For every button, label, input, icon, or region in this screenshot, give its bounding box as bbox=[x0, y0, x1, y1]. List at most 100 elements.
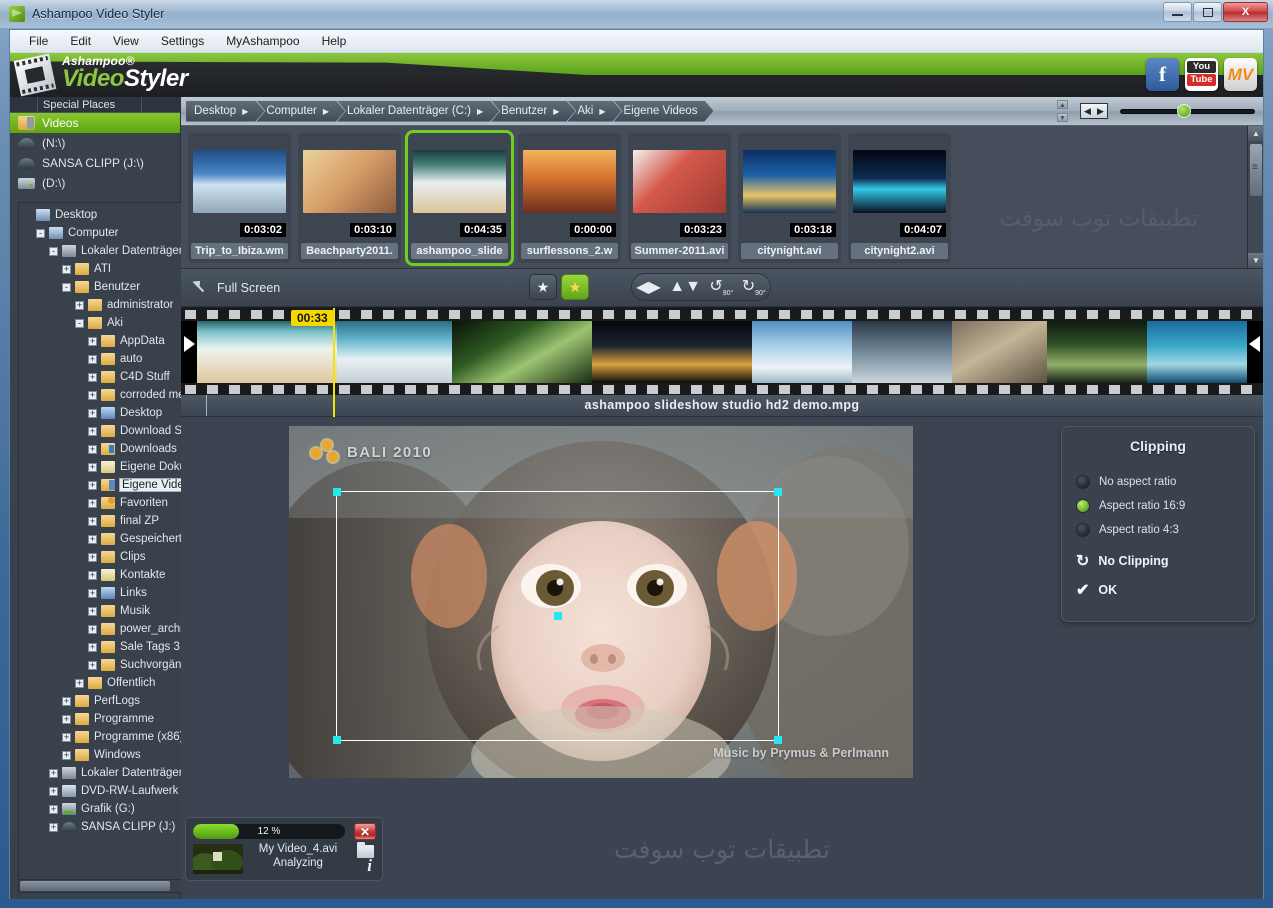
filmstrip-frame[interactable] bbox=[592, 321, 752, 383]
video-thumbnail[interactable]: 0:03:02Trip_to_Ibiza.wm bbox=[188, 133, 291, 263]
expand-icon[interactable]: + bbox=[49, 823, 58, 832]
star-fancy-button[interactable]: ★ bbox=[561, 274, 589, 300]
expand-icon[interactable]: + bbox=[88, 409, 97, 418]
filmstrip-frame[interactable] bbox=[1147, 321, 1247, 383]
radio-icon[interactable] bbox=[1076, 475, 1090, 489]
expand-icon[interactable]: + bbox=[88, 643, 97, 652]
prev-button[interactable]: ◀ bbox=[1081, 104, 1094, 118]
minimize-button[interactable] bbox=[1163, 2, 1192, 22]
thumbnail-scroll-thumb[interactable] bbox=[1250, 144, 1262, 196]
expand-icon[interactable]: + bbox=[62, 697, 71, 706]
menu-view[interactable]: View bbox=[102, 31, 150, 51]
video-thumbnail[interactable]: 0:04:35ashampoo_slide bbox=[408, 133, 511, 263]
expand-icon[interactable]: + bbox=[49, 769, 58, 778]
star-plain-button[interactable]: ★ bbox=[529, 274, 557, 300]
expand-icon[interactable]: + bbox=[88, 535, 97, 544]
video-thumbnail[interactable]: 0:03:10Beachparty2011. bbox=[298, 133, 401, 263]
expand-icon[interactable]: + bbox=[88, 391, 97, 400]
crop-handle-bottom-left[interactable] bbox=[333, 736, 341, 744]
expand-icon[interactable]: + bbox=[75, 679, 84, 688]
maximize-button[interactable] bbox=[1193, 2, 1222, 22]
thumbnail-scroll-down-button[interactable]: ▼ bbox=[1248, 253, 1263, 268]
expand-icon[interactable]: + bbox=[88, 499, 97, 508]
filmstrip-timeline[interactable]: 00:33 bbox=[181, 307, 1263, 395]
expand-icon[interactable]: + bbox=[88, 427, 97, 436]
filmstrip-frame[interactable] bbox=[752, 321, 852, 383]
radio-icon[interactable] bbox=[1076, 523, 1090, 537]
option-aspect-4-3[interactable]: Aspect ratio 4:3 bbox=[1076, 518, 1254, 542]
crop-handle-center[interactable] bbox=[554, 612, 562, 620]
expand-icon[interactable]: + bbox=[88, 571, 97, 580]
collapse-icon[interactable]: - bbox=[49, 247, 58, 256]
flip-horizontal-icon[interactable]: ◀▶ bbox=[636, 277, 661, 297]
expand-icon[interactable]: + bbox=[62, 751, 71, 760]
filmstrip-scroll-left-icon[interactable] bbox=[184, 336, 195, 352]
rotate-cw-icon[interactable]: ↻90° bbox=[742, 276, 766, 297]
breadcrumb-item-drive-c[interactable]: Lokaler Datenträger (C:)▶ bbox=[337, 101, 499, 122]
spinner-down-icon[interactable]: ▼ bbox=[1057, 113, 1068, 122]
breadcrumb-item-eigene-videos[interactable]: Eigene Videos bbox=[613, 101, 713, 122]
thumbnail-scrollbar[interactable]: ▲ ▼ bbox=[1247, 126, 1263, 268]
cancel-job-button[interactable]: ✕ bbox=[354, 823, 376, 840]
menu-settings[interactable]: Settings bbox=[150, 31, 215, 51]
filmstrip-frame[interactable] bbox=[337, 321, 452, 383]
video-thumbnail[interactable]: 0:04:07citynight2.avi bbox=[848, 133, 951, 263]
menu-myashampoo[interactable]: MyAshampoo bbox=[215, 31, 310, 51]
filmstrip-scroll-right-icon[interactable] bbox=[1249, 336, 1260, 352]
video-thumbnail[interactable]: 0:03:23Summer-2011.avi bbox=[628, 133, 731, 263]
expand-icon[interactable]: + bbox=[88, 355, 97, 364]
size-spinner[interactable]: ▲ ▼ bbox=[1057, 100, 1068, 122]
crop-selection-box[interactable] bbox=[336, 491, 779, 741]
breadcrumb-item-aki[interactable]: Aki▶ bbox=[567, 101, 621, 122]
crop-handle-top-right[interactable] bbox=[774, 488, 782, 496]
flip-vertical-icon[interactable]: ▲▼ bbox=[669, 278, 701, 296]
zoom-slider[interactable] bbox=[1120, 104, 1255, 118]
expand-icon[interactable]: + bbox=[88, 589, 97, 598]
zoom-slider-knob[interactable] bbox=[1177, 104, 1191, 118]
ok-button[interactable]: ✔ OK bbox=[1062, 580, 1254, 600]
option-no-aspect-ratio[interactable]: No aspect ratio bbox=[1076, 470, 1254, 494]
info-icon[interactable]: i bbox=[367, 856, 372, 876]
expand-icon[interactable]: + bbox=[88, 337, 97, 346]
expand-icon[interactable]: + bbox=[88, 661, 97, 670]
tree-horizontal-thumb[interactable] bbox=[20, 881, 170, 891]
expand-icon[interactable]: + bbox=[88, 625, 97, 634]
expand-icon[interactable]: + bbox=[75, 301, 84, 310]
filmstrip-frame[interactable] bbox=[197, 321, 337, 383]
menu-help[interactable]: Help bbox=[311, 31, 358, 51]
filmstrip-frames[interactable] bbox=[197, 321, 1247, 383]
breadcrumb-item-benutzer[interactable]: Benutzer▶ bbox=[491, 101, 575, 122]
expand-icon[interactable]: + bbox=[62, 733, 71, 742]
facebook-icon[interactable]: f bbox=[1146, 58, 1179, 91]
thumbnail-scroll-up-button[interactable]: ▲ bbox=[1248, 126, 1263, 141]
radio-icon-selected[interactable] bbox=[1076, 499, 1090, 513]
expand-icon[interactable]: + bbox=[88, 373, 97, 382]
prev-next-buttons[interactable]: ◀ ▶ bbox=[1080, 103, 1108, 119]
sidebar-item-videos[interactable]: Videos bbox=[10, 113, 180, 133]
collapse-icon[interactable]: - bbox=[62, 283, 71, 292]
expand-icon[interactable]: + bbox=[62, 715, 71, 724]
expand-icon[interactable]: + bbox=[49, 787, 58, 796]
expand-icon[interactable]: + bbox=[88, 481, 97, 490]
menu-file[interactable]: File bbox=[18, 31, 59, 51]
video-thumbnail[interactable]: 0:00:00surflessons_2.w bbox=[518, 133, 621, 263]
fullscreen-button[interactable]: Full Screen bbox=[193, 280, 280, 296]
sidebar-item-sansa-clipp[interactable]: SANSA CLIPP (J:\) bbox=[10, 153, 180, 173]
sidebar-item-drive-d[interactable]: (D:\) bbox=[10, 173, 180, 193]
filmstrip-frame[interactable] bbox=[852, 321, 952, 383]
crop-handle-top-left[interactable] bbox=[333, 488, 341, 496]
collapse-icon[interactable]: - bbox=[75, 319, 84, 328]
expand-icon[interactable]: + bbox=[88, 445, 97, 454]
expand-icon[interactable]: + bbox=[88, 553, 97, 562]
rotate-ccw-icon[interactable]: ↺90° bbox=[709, 276, 733, 297]
expand-icon[interactable]: + bbox=[49, 805, 58, 814]
expand-icon[interactable]: + bbox=[88, 463, 97, 472]
option-aspect-16-9[interactable]: Aspect ratio 16:9 bbox=[1076, 494, 1254, 518]
video-thumbnail[interactable]: 0:03:18citynight.avi bbox=[738, 133, 841, 263]
breadcrumb-item-desktop[interactable]: Desktop▶ bbox=[186, 101, 264, 122]
filmstrip-frame[interactable] bbox=[1047, 321, 1147, 383]
filmstrip-frame[interactable] bbox=[452, 321, 592, 383]
mv-icon[interactable]: MV bbox=[1224, 58, 1257, 91]
close-button[interactable]: X bbox=[1223, 2, 1268, 22]
breadcrumb-item-computer[interactable]: Computer▶ bbox=[256, 101, 345, 122]
